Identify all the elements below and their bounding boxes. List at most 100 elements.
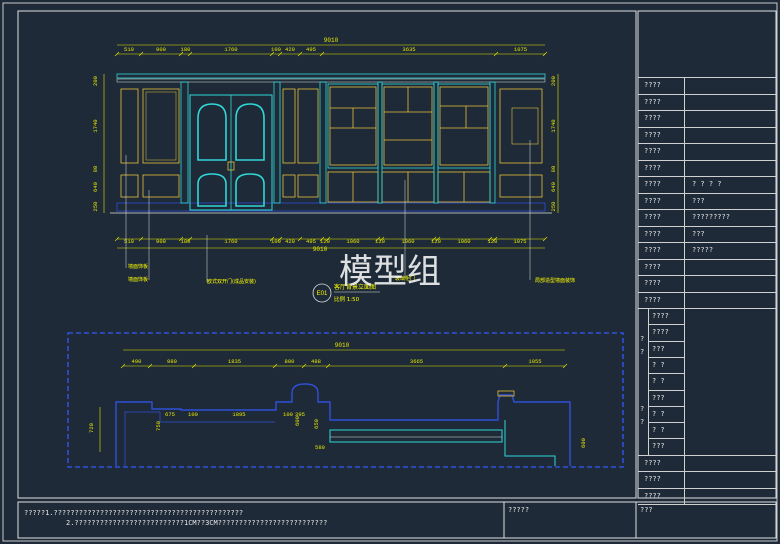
- title-block-value: ???: [692, 229, 705, 238]
- title-block-label: ????: [644, 262, 661, 271]
- title-block-rule: [638, 242, 776, 243]
- plan-side-dim: 600: [294, 416, 301, 426]
- label-wall-panel-1: 墙面饰板: [128, 263, 148, 270]
- title-block-side-mark: ?: [640, 348, 645, 356]
- elev-side-dims: 200 1740 80 640 250 200 1740 80 640 250: [92, 76, 557, 211]
- title-block-sub-label: ? ?: [652, 377, 665, 386]
- plan-inner-dim: 100: [188, 411, 198, 418]
- plan-inner-line: [124, 411, 275, 466]
- cornice-band: [116, 73, 546, 79]
- right-low-panel: [499, 174, 543, 198]
- title-block-label: ????: [644, 279, 661, 287]
- left-wide-panel-inner: [145, 91, 177, 161]
- title-block-sub-label: ???: [652, 344, 665, 353]
- plan-total-dim: 9010: [335, 342, 350, 349]
- title-block-rule: [638, 504, 776, 506]
- elev-left-dim: 250: [92, 202, 99, 212]
- elev-right-dim: 250: [550, 202, 557, 212]
- plan-top-dim: 3665: [410, 358, 423, 365]
- elev-top-dims: 510 900 180 1760 100 420 495 3635 1075: [114, 46, 548, 57]
- elev-bottom-dims: 510 900 180 1760 100 420 495 120 1060 120 1060 120 1…: [114, 236, 548, 245]
- title-block-sub-label: ????: [652, 312, 669, 320]
- plan-top-dim: 980: [167, 358, 177, 365]
- plan-side-dim: 580: [315, 444, 325, 451]
- title-block-rule: [684, 454, 685, 505]
- title-block-rule: [638, 192, 776, 194]
- drawing-frame: [17, 10, 637, 499]
- elevation-drawing: 9010 510 900 180 1760 100 420 495 3635 1075: [92, 37, 575, 303]
- door-left-upper-panel: [197, 103, 227, 161]
- pilaster-3: [319, 81, 327, 204]
- title-block-rule: [684, 308, 685, 455]
- elev-bottom-dim: 100: [271, 238, 281, 245]
- title-block-side-mark: ?: [640, 405, 645, 413]
- title-block-label: ????: [644, 81, 661, 89]
- elev-left-dim: 80: [92, 166, 99, 173]
- mid-panel-2: [297, 88, 319, 164]
- title-block-rule: [648, 373, 684, 375]
- title-block-label: ????: [644, 147, 661, 155]
- plan-side-dim: 720: [88, 423, 95, 433]
- display-cabinets: [327, 81, 496, 204]
- title-block-label: ????: [644, 180, 661, 188]
- elev-top-dim: 180: [181, 46, 191, 53]
- plan-cabinet-block: [329, 429, 503, 443]
- elev-top-dim: 3635: [402, 46, 415, 53]
- title-block-label: ????: [644, 213, 661, 221]
- title-block-rule: [638, 258, 776, 260]
- pilaster-1: [180, 81, 189, 204]
- elev-bottom-dim: 900: [156, 238, 166, 245]
- title-block-rule: [638, 209, 776, 210]
- elev-top-dim: 420: [285, 46, 295, 53]
- elev-left-dim: 1740: [92, 119, 99, 132]
- title-block-bottom-label: ????: [644, 491, 661, 500]
- plan-top-dim: 488: [311, 358, 321, 365]
- notes-right-label: ???: [640, 506, 653, 514]
- title-block-side-mark: ?: [640, 418, 645, 426]
- elev-bottom-dim: 1060: [401, 238, 414, 245]
- title-block-value: ?????: [692, 246, 714, 254]
- title-block-rule: [638, 471, 776, 473]
- elev-right-dim: 200: [550, 76, 557, 86]
- label-feature-wall: 局部造型墙面装饰: [535, 277, 575, 284]
- elev-bottom-dim: 1760: [224, 238, 237, 245]
- plan-top-dims: 490 980 1835 800 488 3665 1055: [120, 358, 568, 369]
- title-block-rule: [648, 340, 684, 342]
- plan-inner-dim: 675: [165, 411, 175, 418]
- elev-top-dim: 1760: [224, 46, 237, 53]
- title-block-label: ????: [644, 196, 661, 205]
- title-block-rule: [638, 176, 776, 177]
- title-block-label: ????: [644, 114, 661, 122]
- title-block-value: ?????????: [692, 213, 730, 221]
- notes-line-1: ?????1.?????????????????????????????????…: [24, 509, 244, 517]
- left-low-panel-2: [142, 174, 180, 198]
- plan-top-dim: 1055: [528, 358, 541, 365]
- watermark: 模型组: [339, 252, 441, 292]
- elev-bottom-total: 9010: [313, 246, 328, 253]
- elev-bottom-dim: 1060: [457, 238, 470, 245]
- plan-side-dim: 600: [580, 438, 587, 448]
- notes-line-2: 2.??????????????????????????1CM??3CM????…: [66, 519, 328, 527]
- skirting-band: [116, 202, 546, 212]
- title-block-rule: [638, 454, 776, 456]
- title-block-label: ????: [644, 130, 661, 139]
- title-block-sub-label: ???: [652, 393, 665, 402]
- left-low-panel-1: [120, 174, 139, 198]
- notes-mid-label: ?????: [508, 506, 530, 514]
- plan-inner-dim: 100: [283, 411, 293, 418]
- title-block-bottom-label: ????: [644, 475, 661, 484]
- elev-top-dim: 495: [306, 46, 316, 53]
- plan-drawing: 9010 490 980 1835 800 488 3665 1055 675 100 1895…: [67, 332, 624, 468]
- title-block-label: ????: [644, 97, 661, 106]
- elev-right-dim: 80: [550, 166, 557, 173]
- elev-top-dim: 510: [124, 46, 134, 53]
- plan-top-dim: 800: [285, 358, 295, 365]
- mid-panel-1: [282, 88, 296, 164]
- title-block-label: ????: [644, 246, 661, 254]
- title-block-sub-label: ? ?: [652, 409, 665, 418]
- elev-scale: 比例 1:50: [334, 295, 360, 303]
- label-wall-panel-2: 墙面饰板: [128, 276, 148, 283]
- title-block-value: ? ? ? ?: [692, 180, 722, 188]
- mid-low-panel-1: [282, 174, 296, 198]
- door-right-lower-panel: [235, 173, 265, 207]
